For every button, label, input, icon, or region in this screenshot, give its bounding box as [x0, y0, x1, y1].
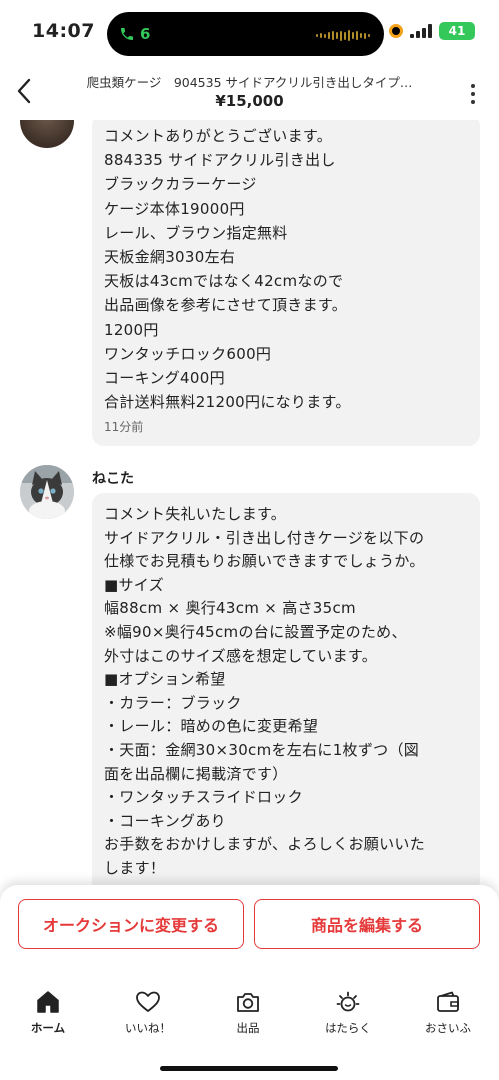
comment-line: します！: [104, 858, 166, 877]
comment-line: レール、ブラウン指定無料: [104, 223, 288, 242]
comment-line: 面を出品欄に掲載済です）: [104, 764, 288, 783]
comment-line: ・コーキングあり: [104, 811, 226, 830]
comment-thread[interactable]: コメントありがとうございます。 884335 サイドアクリル引き出し ブラックカ…: [0, 120, 499, 890]
comment-line: ワンタッチロック600円: [104, 344, 272, 363]
heart-icon: [136, 991, 160, 1012]
tab-label: おさいふ: [425, 1021, 471, 1035]
wallet-icon: [437, 991, 459, 1012]
tab-label: いいね！: [125, 1021, 171, 1035]
comment-timestamp: 11分前: [104, 420, 144, 435]
tab-label: ホーム: [30, 1021, 66, 1035]
comment-line: ・レール：暗めの色に変更希望: [104, 717, 319, 736]
comment-line: ・カラー：ブラック: [104, 693, 242, 712]
call-count: 6: [140, 25, 151, 43]
comment-line: ・ワンタッチスライドロック: [104, 788, 303, 807]
comment-line: コーキング400円: [104, 369, 225, 388]
tab-home[interactable]: ホーム: [8, 988, 88, 1036]
comment-line: 合計送料無料21200円になります。: [104, 393, 351, 412]
battery-icon: 41: [439, 22, 475, 40]
comment-line: ・天面：金網30×30cmを左右に1枚ずつ（図: [104, 740, 420, 759]
tab-wallet[interactable]: おさいふ: [408, 988, 488, 1036]
tab-label: はたらく: [325, 1021, 371, 1035]
audio-wave-icon: [316, 30, 370, 41]
status-bar: 14:07 6 41: [0, 0, 499, 62]
more-dots-icon: [471, 84, 475, 88]
tab-label: 出品: [236, 1021, 260, 1035]
action-bar: オークションに変更する 商品を編集する: [0, 885, 499, 960]
signal-icon: [410, 24, 432, 38]
comment-line: ■オプション希望: [104, 670, 226, 689]
listing-title: 爬虫類ケージ 904535 サイドアクリル引き出しタイプ…: [86, 75, 413, 90]
comment-line: 1200円: [104, 320, 159, 339]
phone-icon: [121, 28, 133, 40]
status-icons: 41: [389, 22, 475, 40]
battery-level: 41: [448, 24, 466, 38]
comment-line: ※幅90×奥行45cmの台に設置予定のため、: [104, 622, 407, 641]
comment-line: 天板は43cmではなく42cmなので: [104, 272, 344, 291]
sun-icon: [336, 991, 360, 1012]
tab-bar: ホーム いいね！ 出品 はたらく おさいふ: [0, 960, 499, 1080]
comment-line: お手数をおかけしますが、よろしくお願いいた: [104, 835, 426, 854]
user-avatar[interactable]: [20, 465, 74, 519]
back-button[interactable]: [8, 74, 42, 108]
comment-line: 884335 サイドアクリル引き出し: [104, 151, 336, 170]
comment-line: ブラックカラーケージ: [104, 175, 257, 194]
comment-line: コメント失礼いたします。: [104, 505, 287, 523]
edit-listing-button[interactable]: 商品を編集する: [254, 899, 480, 949]
recording-icon: [389, 24, 403, 38]
comment-line: 幅88cm × 奥行43cm × 高さ35cm: [104, 599, 356, 618]
seller-avatar[interactable]: [20, 120, 74, 148]
tab-work[interactable]: はたらく: [308, 988, 388, 1036]
comment-line: ■サイズ: [104, 575, 164, 594]
comment-line: 天板金網3030左右: [104, 248, 236, 267]
comment-line: コメントありがとうございます。: [104, 127, 333, 145]
comment-username[interactable]: ねこた: [92, 468, 134, 488]
comment-bubble: コメントありがとうございます。 884335 サイドアクリル引き出し ブラックカ…: [92, 120, 480, 446]
change-to-auction-button[interactable]: オークションに変更する: [18, 899, 244, 949]
comment-line: 外寸はこのサイズ感を想定しています。: [104, 646, 378, 665]
dynamic-island[interactable]: 6: [107, 12, 384, 56]
listing-price: ¥15,000: [215, 92, 284, 110]
tab-likes[interactable]: いいね！: [108, 988, 188, 1036]
status-time: 14:07: [32, 20, 95, 42]
comment-bubble: コメント失礼いたします。 サイドアクリル・引き出し付きケージを以下の 仕様でお見…: [92, 493, 480, 890]
tab-sell[interactable]: 出品: [208, 988, 288, 1036]
camera-icon: [237, 993, 259, 1012]
home-indicator[interactable]: [160, 1066, 338, 1071]
more-options-button[interactable]: [465, 84, 481, 104]
comment-line: 仕様でお見積もりお願いできますでしょうか。: [104, 552, 425, 571]
listing-header: 爬虫類ケージ 904535 サイドアクリル引き出しタイプ… ¥15,000: [0, 62, 499, 120]
comment-line: ケージ本体19000円: [104, 199, 245, 218]
call-indicator: 6: [119, 20, 150, 48]
comment-line: サイドアクリル・引き出し付きケージを以下の: [104, 528, 425, 547]
chevron-left-icon: [17, 78, 31, 104]
cat-avatar-icon: [20, 465, 74, 519]
home-icon: [37, 991, 59, 1013]
comment-line: 出品画像を参考にさせて頂きます。: [104, 296, 348, 315]
